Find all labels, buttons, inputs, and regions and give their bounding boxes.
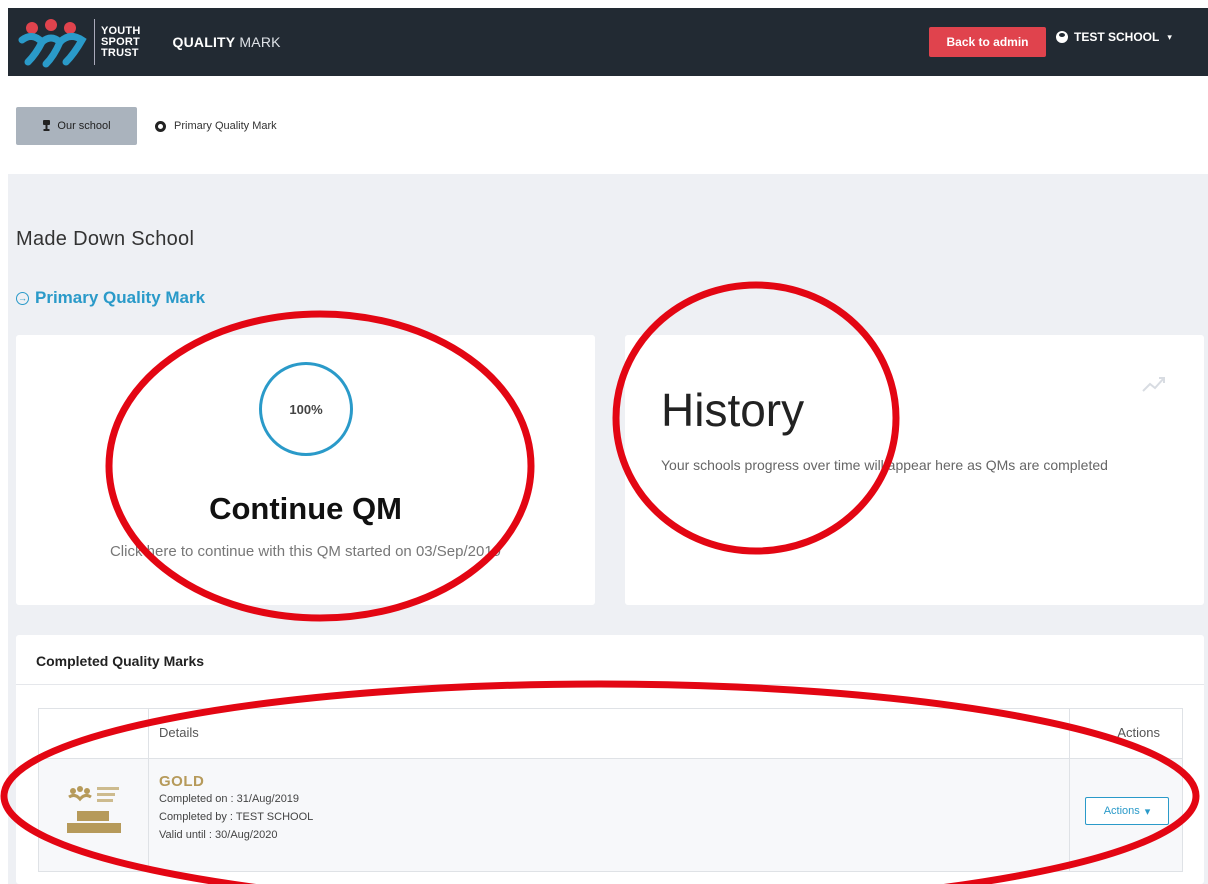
app-title-bold: QUALITY: [172, 34, 236, 50]
table-row: GOLD Completed on : 31/Aug/2019 Complete…: [38, 758, 1183, 872]
column-header-actions: Actions: [1069, 708, 1183, 759]
breadcrumb-current-label: Primary Quality Mark: [174, 120, 277, 132]
breadcrumb-school-label: Our school: [57, 120, 111, 132]
user-menu-label: TEST SCHOOL: [1074, 30, 1160, 44]
primary-qm-heading-text: Primary Quality Mark: [35, 288, 206, 307]
back-to-admin-button[interactable]: Back to admin: [929, 27, 1046, 57]
line-chart-icon: [1142, 377, 1165, 392]
trophy-icon: [43, 120, 51, 131]
circle-dot-icon: [155, 120, 166, 132]
row-actions-label: Actions: [1103, 805, 1140, 817]
table-header-row: Details Actions: [38, 708, 1183, 759]
primary-qm-link[interactable]: → Primary Quality Mark: [16, 288, 205, 308]
completed-qm-table: Details Actions GOLD Completed on: 31/A…: [38, 708, 1183, 872]
arrow-right-circle-icon: →: [16, 291, 29, 305]
progress-percent: 100%: [289, 401, 323, 417]
logo-divider: [94, 19, 95, 65]
details-cell: GOLD Completed on : 31/Aug/2019 Complete…: [148, 758, 1070, 872]
breadcrumb-primary-qm[interactable]: Primary Quality Mark: [155, 120, 277, 132]
column-header-details: Details: [148, 708, 1070, 759]
history-card: History Your schools progress over time …: [625, 335, 1204, 605]
page-title: Made Down School: [16, 228, 195, 250]
column-header-badge: [38, 708, 149, 759]
user-circle-icon: [1056, 31, 1068, 43]
valid-until-text: Valid until : 30/Aug/2020: [159, 829, 278, 841]
progress-ring: 100%: [259, 362, 353, 456]
user-menu-toggle[interactable]: TEST SCHOOL ▾: [1056, 30, 1172, 44]
chevron-down-icon: ▾: [1144, 805, 1151, 818]
qm-level-label: GOLD: [159, 773, 205, 790]
continue-qm-title: Continue QM: [209, 491, 402, 526]
completed-header: Completed Quality Marks: [16, 635, 1204, 685]
completed-on-text: Completed on : 31/Aug/2019: [159, 793, 300, 805]
logo-line-2: SPORT: [101, 35, 140, 48]
row-actions-dropdown-button[interactable]: Actions ▾: [1085, 797, 1169, 825]
continue-qm-subtitle: Click here to continue with this QM star…: [109, 543, 502, 560]
logo-wordmark: YOUTH SPORT TRUST: [101, 24, 141, 59]
history-description: Your schools progress over time will app…: [661, 457, 1108, 473]
app-title[interactable]: QUALITY MARK: [173, 34, 281, 50]
chevron-down-icon: ▾: [1167, 31, 1172, 42]
app-title-light: MARK: [235, 34, 281, 50]
youth-sport-trust-logo[interactable]: YOUTH SPORT TRUST: [18, 14, 141, 70]
logo-line-1: YOUTH: [101, 24, 141, 37]
actions-cell: Actions ▾: [1069, 758, 1183, 872]
breadcrumb: Our school Primary Quality Mark: [16, 107, 277, 145]
badge-cell: [38, 758, 149, 872]
logo-line-3: TRUST: [101, 46, 139, 59]
breadcrumb-our-school[interactable]: Our school: [16, 107, 137, 145]
top-navbar: YOUTH SPORT TRUST QUALITY MARK Back to a…: [8, 8, 1208, 76]
gold-quality-mark-badge-icon: [67, 786, 121, 833]
history-title: History: [661, 384, 805, 436]
logo-figures-icon: [18, 19, 87, 68]
completed-quality-marks-card: Completed Quality Marks Details Actions: [16, 635, 1204, 884]
continue-qm-card[interactable]: 100% Continue QM Click here to continue …: [16, 335, 595, 605]
main-content: Made Down School → Primary Quality Mark …: [8, 174, 1208, 884]
completed-by-text: Completed by : TEST SCHOOL: [159, 811, 314, 823]
